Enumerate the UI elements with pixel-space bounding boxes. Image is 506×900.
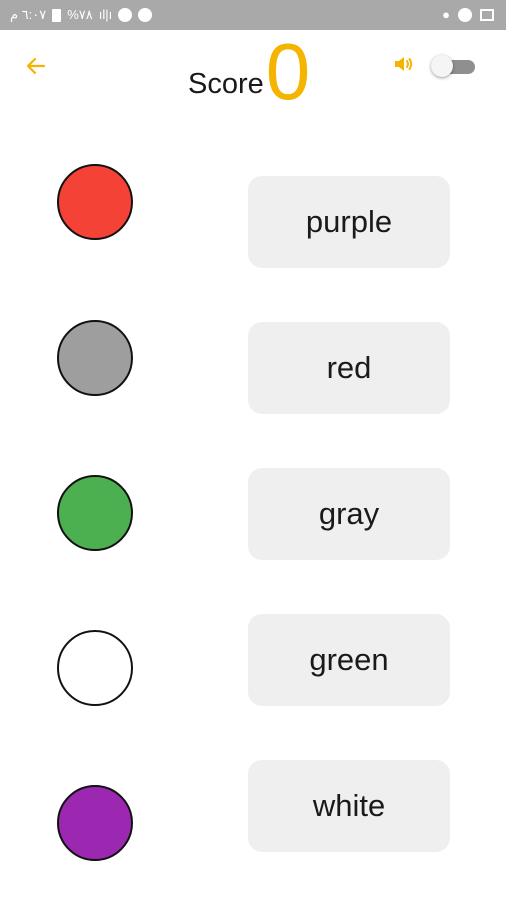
- game-screen: ٦:٠٧ م %٧٨ ıl|ı ● Score 0 purple red gra…: [0, 0, 506, 900]
- color-circle-red[interactable]: [57, 164, 133, 240]
- arrow-left-icon: [26, 57, 46, 75]
- globe-icon: [458, 8, 472, 22]
- score-label: Score: [188, 68, 264, 100]
- word-button-purple[interactable]: purple: [248, 176, 450, 268]
- battery-icon: [52, 8, 62, 22]
- color-circle-white[interactable]: [57, 630, 133, 706]
- sound-toggle[interactable]: [431, 55, 477, 77]
- score-value: 0: [265, 27, 311, 116]
- word-button-white[interactable]: white: [248, 760, 450, 852]
- color-circle-purple[interactable]: [57, 785, 133, 861]
- status-right: ●: [442, 7, 494, 23]
- status-left: ٦:٠٧ م %٧٨ ıl|ı: [10, 7, 153, 23]
- alarm-icon: [118, 8, 133, 22]
- back-button[interactable]: [20, 50, 52, 82]
- volume-icon[interactable]: [392, 52, 416, 76]
- word-button-gray[interactable]: gray: [248, 468, 450, 560]
- word-button-green[interactable]: green: [248, 614, 450, 706]
- color-circle-green[interactable]: [57, 475, 133, 551]
- signal-icon: ıl|ı: [98, 7, 113, 22]
- toggle-thumb: [431, 55, 453, 77]
- status-bar: ٦:٠٧ م %٧٨ ıl|ı ●: [0, 0, 506, 30]
- status-time: ٦:٠٧ م: [10, 7, 47, 22]
- score-display: Score 0: [188, 27, 311, 116]
- notification-icon: ●: [442, 7, 450, 22]
- image-icon: [480, 9, 494, 21]
- recycle-icon: [138, 8, 153, 22]
- word-button-red[interactable]: red: [248, 322, 450, 414]
- color-circle-gray[interactable]: [57, 320, 133, 396]
- battery-percent: %٧٨: [67, 7, 93, 22]
